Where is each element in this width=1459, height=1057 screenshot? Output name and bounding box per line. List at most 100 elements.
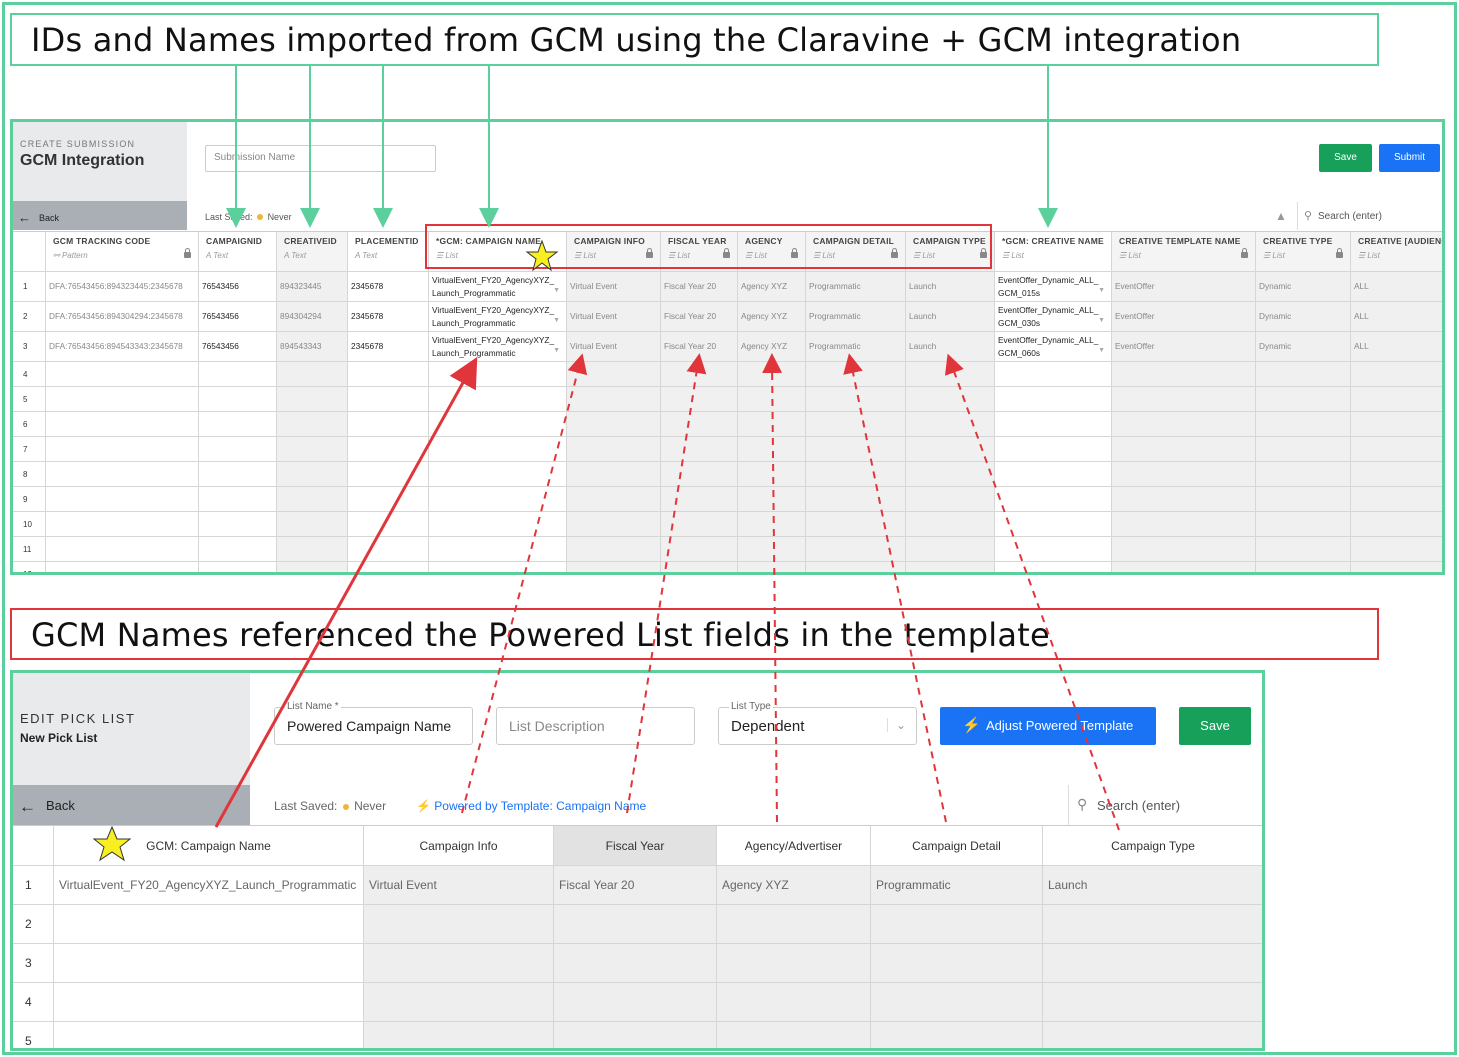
table-cell[interactable]: 2345678 <box>348 302 428 332</box>
empty-cell[interactable] <box>348 512 428 537</box>
table-cell[interactable]: 2345678 <box>348 332 428 362</box>
table-cell[interactable]: 894543343 <box>277 332 347 362</box>
empty-cell[interactable] <box>429 387 566 412</box>
empty-cell[interactable] <box>906 562 994 572</box>
table-cell[interactable] <box>554 983 716 1022</box>
table-cell[interactable] <box>717 944 870 983</box>
column-header[interactable]: PLACEMENTID A Text <box>348 232 428 272</box>
empty-cell[interactable] <box>429 512 566 537</box>
table-cell[interactable]: Virtual Event <box>567 272 660 302</box>
table-cell[interactable]: DFA:76543456:894323445:2345678 <box>46 272 198 302</box>
warning-icon[interactable]: ▲ <box>1275 209 1287 223</box>
empty-cell[interactable] <box>1351 387 1442 412</box>
empty-cell[interactable] <box>1351 412 1442 437</box>
dropdown-arrow-icon[interactable]: ▼ <box>1098 314 1105 327</box>
table-cell[interactable] <box>554 944 716 983</box>
column-header[interactable]: Fiscal Year <box>554 826 716 866</box>
empty-cell[interactable] <box>738 387 805 412</box>
table-cell[interactable] <box>871 983 1042 1022</box>
empty-cell[interactable] <box>348 537 428 562</box>
table-cell[interactable]: EventOffer <box>1112 332 1255 362</box>
empty-cell[interactable] <box>567 512 660 537</box>
empty-cell[interactable] <box>1256 437 1350 462</box>
empty-cell[interactable] <box>806 437 905 462</box>
empty-cell[interactable] <box>1351 512 1442 537</box>
adjust-powered-template-button[interactable]: ⚡ Adjust Powered Template <box>940 707 1156 745</box>
table-cell[interactable]: Virtual Event <box>567 332 660 362</box>
empty-cell[interactable] <box>429 537 566 562</box>
empty-cell[interactable] <box>277 562 347 572</box>
empty-cell[interactable] <box>46 487 198 512</box>
empty-cell[interactable] <box>567 362 660 387</box>
empty-cell[interactable] <box>567 462 660 487</box>
empty-cell[interactable] <box>995 487 1111 512</box>
empty-cell[interactable] <box>906 462 994 487</box>
empty-cell[interactable] <box>1112 462 1255 487</box>
column-header[interactable]: Campaign Info <box>364 826 553 866</box>
table-cell[interactable] <box>554 1022 716 1048</box>
empty-cell[interactable] <box>199 537 276 562</box>
empty-cell[interactable] <box>567 537 660 562</box>
pick-list-search-input[interactable]: ⚲ Search (enter) <box>1068 785 1262 825</box>
table-cell[interactable]: Programmatic <box>806 272 905 302</box>
empty-cell[interactable] <box>661 437 737 462</box>
empty-cell[interactable] <box>806 412 905 437</box>
empty-cell[interactable] <box>277 412 347 437</box>
empty-cell[interactable] <box>46 437 198 462</box>
empty-cell[interactable] <box>995 412 1111 437</box>
table-cell[interactable]: Launch <box>906 302 994 332</box>
table-cell[interactable]: 2345678 <box>348 272 428 302</box>
empty-cell[interactable] <box>738 362 805 387</box>
empty-cell[interactable] <box>1256 487 1350 512</box>
empty-cell[interactable] <box>1256 387 1350 412</box>
empty-cell[interactable] <box>567 437 660 462</box>
back-button[interactable]: ← Back <box>13 201 187 230</box>
table-cell[interactable]: Agency XYZ <box>717 866 870 905</box>
empty-cell[interactable] <box>429 437 566 462</box>
dropdown-arrow-icon[interactable]: ▼ <box>553 314 560 327</box>
empty-cell[interactable] <box>46 362 198 387</box>
empty-cell[interactable] <box>348 487 428 512</box>
table-cell[interactable]: Fiscal Year 20 <box>661 272 737 302</box>
empty-cell[interactable] <box>46 512 198 537</box>
powered-by-template-link[interactable]: ⚡ Powered by Template: Campaign Name <box>416 799 646 813</box>
table-cell[interactable]: 894304294 <box>277 302 347 332</box>
empty-cell[interactable] <box>995 537 1111 562</box>
empty-cell[interactable] <box>277 487 347 512</box>
empty-cell[interactable] <box>348 437 428 462</box>
empty-cell[interactable] <box>1351 362 1442 387</box>
empty-cell[interactable] <box>906 487 994 512</box>
empty-cell[interactable] <box>199 412 276 437</box>
empty-cell[interactable] <box>199 487 276 512</box>
table-cell[interactable]: Fiscal Year 20 <box>554 866 716 905</box>
empty-cell[interactable] <box>1112 487 1255 512</box>
table-cell[interactable]: Virtual Event <box>567 302 660 332</box>
empty-cell[interactable] <box>906 537 994 562</box>
empty-cell[interactable] <box>661 487 737 512</box>
column-header[interactable]: Campaign Detail <box>871 826 1042 866</box>
table-cell[interactable] <box>54 944 363 983</box>
table-cell[interactable] <box>554 905 716 944</box>
empty-cell[interactable] <box>429 362 566 387</box>
table-cell[interactable]: DFA:76543456:894304294:2345678 <box>46 302 198 332</box>
table-cell[interactable] <box>1043 905 1262 944</box>
empty-cell[interactable] <box>199 562 276 572</box>
empty-cell[interactable] <box>277 437 347 462</box>
column-header[interactable]: CREATIVE TYPE ☰ List <box>1256 232 1350 272</box>
save-button[interactable]: Save <box>1319 144 1372 172</box>
table-cell[interactable]: Agency XYZ <box>738 302 805 332</box>
table-cell[interactable]: VirtualEvent_FY20_AgencyXYZ_ Launch_Progr… <box>429 302 566 332</box>
submit-button[interactable]: Submit <box>1379 144 1440 172</box>
table-cell[interactable] <box>54 983 363 1022</box>
column-header[interactable]: CAMPAIGNID A Text <box>199 232 276 272</box>
empty-cell[interactable] <box>661 562 737 572</box>
column-header[interactable]: CREATIVEID A Text <box>277 232 347 272</box>
empty-cell[interactable] <box>567 562 660 572</box>
empty-cell[interactable] <box>46 562 198 572</box>
empty-cell[interactable] <box>738 537 805 562</box>
empty-cell[interactable] <box>1351 437 1442 462</box>
table-cell[interactable]: Launch <box>906 272 994 302</box>
table-cell[interactable]: 76543456 <box>199 302 276 332</box>
table-cell[interactable] <box>364 1022 553 1048</box>
empty-cell[interactable] <box>906 412 994 437</box>
